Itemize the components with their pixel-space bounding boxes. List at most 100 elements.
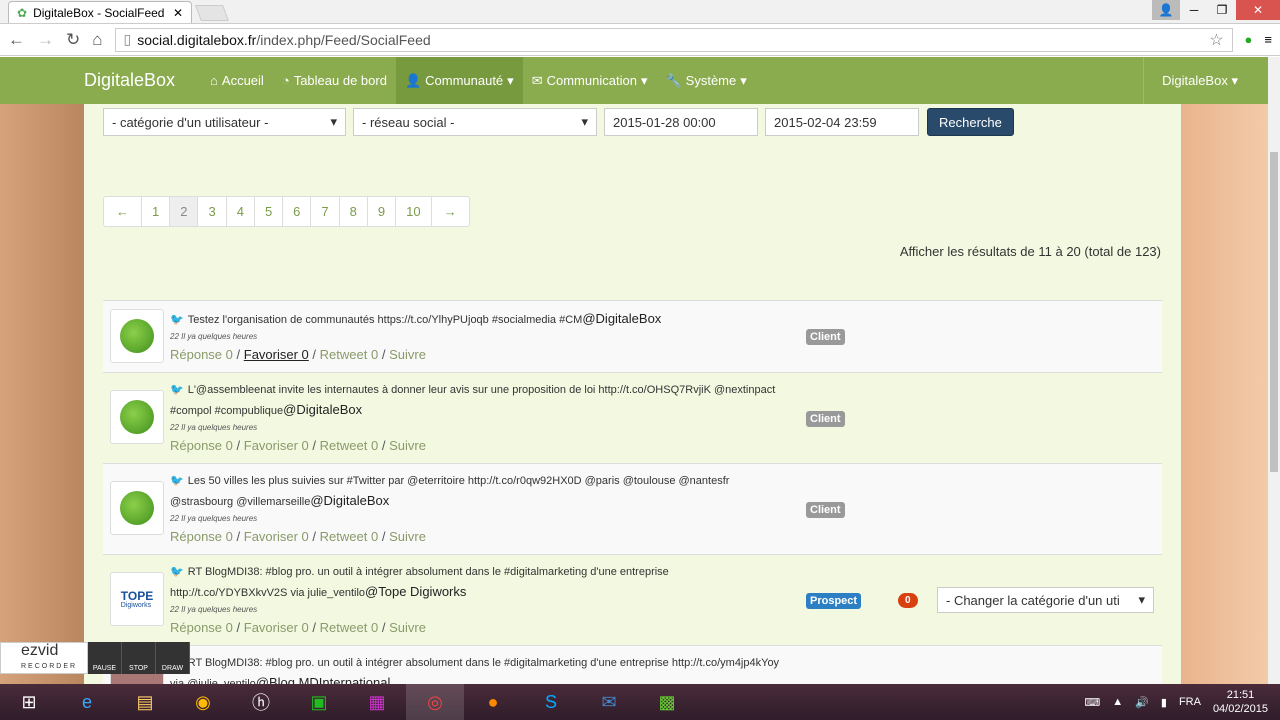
- next-page[interactable]: →: [430, 197, 469, 226]
- main-content: - catégorie d'un utilisateur - ▾ - réseau…: [84, 104, 1181, 684]
- page-4[interactable]: 4: [225, 197, 254, 226]
- twitter-icon: 🐦: [170, 314, 184, 326]
- volume-icon[interactable]: 🔊: [1135, 696, 1149, 709]
- page-1[interactable]: 1: [141, 197, 169, 226]
- store-icon[interactable]: ▣: [290, 684, 348, 720]
- brand-link[interactable]: DigitaleBox: [84, 70, 175, 91]
- nav-communication[interactable]: ✉ Communication ▾: [523, 57, 657, 104]
- page-6[interactable]: 6: [282, 197, 310, 226]
- skype-icon[interactable]: S: [522, 684, 580, 720]
- status-badge: Prospect: [806, 593, 862, 609]
- star-icon[interactable]: ☆: [1209, 30, 1223, 50]
- pause-button[interactable]: PAUSE: [88, 642, 122, 674]
- retweet-link[interactable]: Retweet 0: [320, 438, 379, 453]
- close-tab-icon[interactable]: ✕: [173, 6, 183, 20]
- status-badge: Client: [806, 411, 845, 427]
- date-from-input[interactable]: 2015-01-28 00:00: [604, 108, 758, 136]
- page-7[interactable]: 7: [310, 197, 338, 226]
- chrome-icon[interactable]: ◎: [406, 684, 464, 720]
- avatar[interactable]: [110, 390, 164, 444]
- page-8[interactable]: 8: [338, 197, 367, 226]
- avatar[interactable]: [110, 309, 164, 363]
- back-icon[interactable]: ←: [8, 30, 25, 50]
- favorite-link[interactable]: Favoriser 0: [244, 438, 309, 453]
- nav-communaute[interactable]: 👤 Communauté ▾: [395, 57, 523, 104]
- caret-down-icon: ▾: [1138, 592, 1145, 607]
- nav-systeme[interactable]: 🔧 Système ▾: [656, 57, 755, 104]
- reply-link[interactable]: Réponse 0: [170, 347, 233, 362]
- reload-icon[interactable]: ↻: [66, 30, 80, 50]
- page-10[interactable]: 10: [395, 197, 430, 226]
- home-icon[interactable]: ⌂: [92, 30, 102, 50]
- network-icon[interactable]: ▮: [1161, 696, 1167, 709]
- favorite-link[interactable]: Favoriser 0: [244, 347, 309, 362]
- close-window-button[interactable]: ✕: [1236, 0, 1280, 20]
- keyboard-icon[interactable]: ⌨: [1084, 696, 1100, 709]
- firefox-icon[interactable]: ●: [464, 684, 522, 720]
- nav-tableau-de-bord[interactable]: ◔ Tableau de bord: [273, 57, 396, 104]
- date-to-input[interactable]: 2015-02-04 23:59: [765, 108, 919, 136]
- scrollbar-thumb[interactable]: [1270, 152, 1278, 472]
- retweet-link[interactable]: Retweet 0: [320, 347, 379, 362]
- feed-list: 🐦 Testez l'organisation de communautés ht…: [103, 300, 1162, 684]
- page-9[interactable]: 9: [366, 197, 395, 226]
- hp-icon[interactable]: ⓗ: [232, 684, 290, 720]
- follow-link[interactable]: Suivre: [389, 347, 426, 362]
- follow-link[interactable]: Suivre: [389, 620, 426, 635]
- explorer-icon[interactable]: ▤: [116, 684, 174, 720]
- ie-icon[interactable]: e: [58, 684, 116, 720]
- start-button[interactable]: ⊞: [0, 684, 58, 720]
- app-icon[interactable]: ▦: [348, 684, 406, 720]
- stop-button[interactable]: STOP: [122, 642, 156, 674]
- browser-tab[interactable]: ✿ DigitaleBox - SocialFeed F ✕: [8, 1, 192, 23]
- page-3[interactable]: 3: [197, 197, 225, 226]
- twitter-icon: 🐦: [170, 566, 184, 578]
- leaf-logo-icon: [120, 319, 154, 353]
- minimize-button[interactable]: ─: [1180, 0, 1208, 20]
- nav-accueil[interactable]: ⌂ Accueil: [201, 57, 273, 104]
- avatar[interactable]: TOPE Digiworks: [110, 572, 164, 626]
- menu-icon[interactable]: ≡: [1264, 32, 1272, 47]
- user-menu[interactable]: DigitaleBox ▾: [1143, 57, 1268, 104]
- reply-link[interactable]: Réponse 0: [170, 620, 233, 635]
- search-button[interactable]: Recherche: [927, 108, 1014, 136]
- clock[interactable]: 21:51 04/02/2015: [1213, 688, 1268, 716]
- page-5[interactable]: 5: [253, 197, 282, 226]
- network-select[interactable]: - réseau social - ▾: [353, 108, 597, 136]
- follow-link[interactable]: Suivre: [389, 529, 426, 544]
- page-2[interactable]: 2: [169, 197, 198, 226]
- home-icon: ⌂: [210, 73, 218, 88]
- prev-page[interactable]: ←: [104, 197, 141, 226]
- draw-button[interactable]: DRAW: [156, 642, 190, 674]
- avatar[interactable]: [110, 481, 164, 535]
- evernote-icon[interactable]: ▩: [638, 684, 696, 720]
- reply-link[interactable]: Réponse 0: [170, 438, 233, 453]
- favicon-icon: ✿: [17, 5, 28, 20]
- reply-link[interactable]: Réponse 0: [170, 529, 233, 544]
- feed-item: 🐦RT BlogMDI38: #blog pro. un outil à int…: [103, 645, 1162, 684]
- retweet-link[interactable]: Retweet 0: [320, 620, 379, 635]
- ezvid-recorder: ezvid RECORDER PAUSE STOP DRAW: [0, 642, 195, 674]
- feed-item: 🐦 Testez l'organisation de communautés ht…: [103, 300, 1162, 372]
- category-select[interactable]: - catégorie d'un utilisateur - ▾: [103, 108, 346, 136]
- retweet-link[interactable]: Retweet 0: [320, 529, 379, 544]
- page-icon: ▯: [123, 31, 132, 47]
- thunderbird-icon[interactable]: ✉: [580, 684, 638, 720]
- user-icon[interactable]: 👤: [1152, 0, 1180, 20]
- new-tab-button[interactable]: [195, 5, 229, 21]
- forward-icon[interactable]: →: [37, 30, 54, 50]
- language-indicator[interactable]: FRA: [1179, 696, 1201, 708]
- tray-arrow-icon[interactable]: ▲: [1112, 696, 1123, 708]
- scrollbar[interactable]: [1268, 57, 1280, 684]
- follow-link[interactable]: Suivre: [389, 438, 426, 453]
- address-bar: ← → ↻ ⌂ ▯ social.digitalebox.fr/index.php…: [0, 24, 1280, 56]
- status-badge: Client: [806, 329, 845, 345]
- count-badge: 0: [898, 593, 918, 608]
- favorite-link[interactable]: Favoriser 0: [244, 529, 309, 544]
- url-input[interactable]: ▯ social.digitalebox.fr/index.php/Feed/So…: [114, 27, 1233, 52]
- media-icon[interactable]: ◉: [174, 684, 232, 720]
- change-category-select[interactable]: - Changer la catégorie d'un uti ▾: [937, 587, 1154, 613]
- favorite-link[interactable]: Favoriser 0: [244, 620, 309, 635]
- extension-icon[interactable]: ●: [1245, 32, 1253, 47]
- maximize-button[interactable]: ❐: [1208, 0, 1236, 20]
